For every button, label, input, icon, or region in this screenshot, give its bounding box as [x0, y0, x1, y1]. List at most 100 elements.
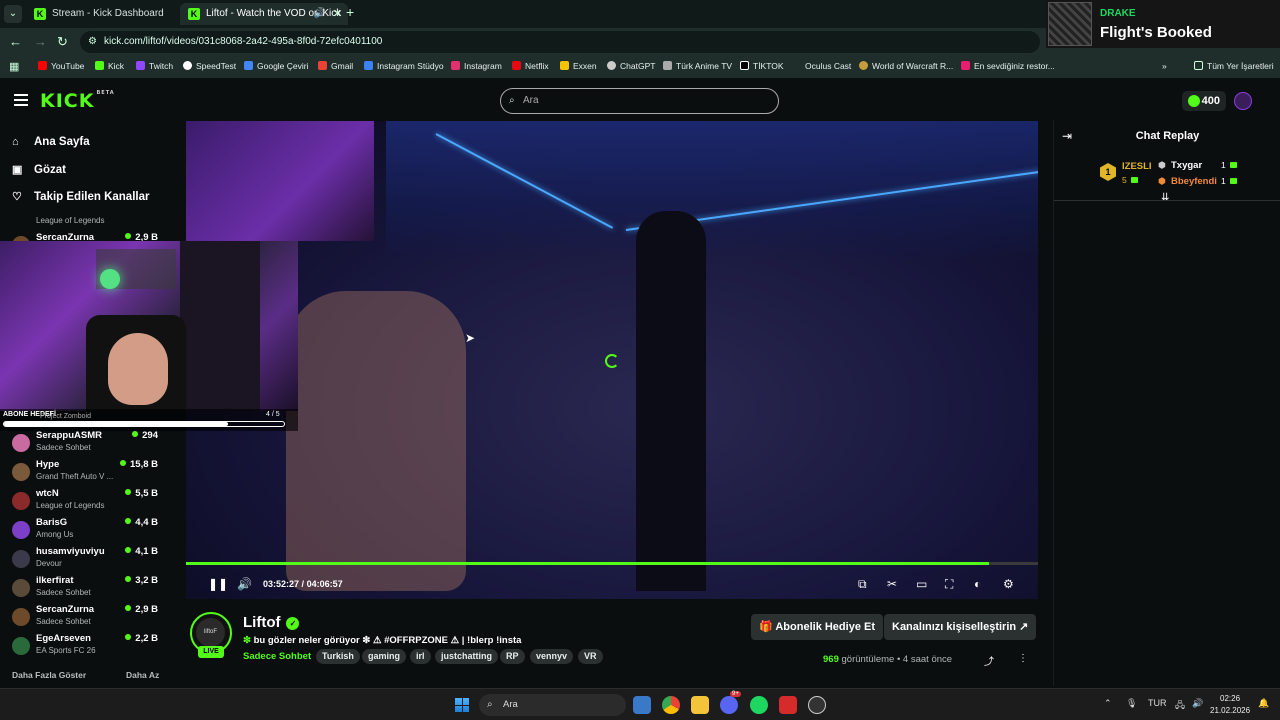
all-bookmarks-folder[interactable]: Tüm Yer İşaretleri [1194, 61, 1274, 71]
volume-icon[interactable]: 🔊 [237, 577, 252, 591]
notification-center-icon[interactable]: 🔔 [1258, 698, 1269, 709]
site-info-icon[interactable]: ⚙ [88, 31, 97, 53]
gifter-rank-badge: 1 [1100, 163, 1116, 181]
bookmark-instagram[interactable]: Instagram [451, 61, 502, 71]
apps-grid-icon[interactable]: ▦ [9, 60, 19, 73]
bookmark-youtube[interactable]: YouTube [38, 61, 84, 71]
sidebar-channel[interactable]: SercanZurna Sadece Sohbet 2,9 B [12, 604, 162, 633]
bookmark-instagram-studio[interactable]: Instagram Stüdyo [364, 61, 444, 71]
network-icon[interactable]: 🖧 [1175, 698, 1185, 714]
miniplayer-icon[interactable]: ⧉ [858, 577, 867, 592]
obs-app-icon[interactable] [808, 696, 826, 714]
tag-chip[interactable]: VR [578, 649, 603, 664]
now-playing-notification[interactable]: DRAKE Flight's Booked [1046, 0, 1280, 48]
bookmark-turk-anime[interactable]: Türk Anime TV [663, 61, 732, 71]
category-link[interactable]: Sadece Sohbet [243, 651, 311, 662]
microphone-icon[interactable]: 🎙 [1126, 698, 1137, 709]
sidebar-channel[interactable]: BarisG Among Us 4,4 B [12, 517, 162, 546]
clip-icon[interactable]: ✂ [887, 577, 897, 591]
sidebar-channel[interactable]: Hype Grand Theft Auto V ... 15,8 B [12, 459, 162, 488]
sidebar-channel[interactable]: husamviyuviyu Devour 4,1 B [12, 546, 162, 575]
windows-start-icon[interactable] [455, 698, 469, 712]
sidebar-channel[interactable]: SerappuASMR Sadece Sohbet 294 [12, 430, 162, 459]
user-avatar[interactable] [1234, 92, 1252, 110]
show-more-link[interactable]: Daha Fazla Göster [12, 670, 86, 680]
settings-gear-icon[interactable]: ⚙ [1003, 577, 1014, 591]
forward-arrow-icon[interactable]: → [34, 34, 47, 49]
gifter-badge-icon: ⬢ [1158, 176, 1166, 186]
bookmark-wow[interactable]: World of Warcraft R... [859, 61, 953, 71]
search-input[interactable]: ⌕ Ara [500, 88, 779, 114]
tag-chip[interactable]: justchatting [435, 649, 498, 664]
expand-gifters-icon[interactable]: ⇊ [1161, 192, 1169, 203]
volume-icon[interactable]: 🔊 [1192, 698, 1203, 709]
discord-app-icon[interactable]: 9+ [720, 691, 741, 714]
youtube-icon [38, 61, 47, 70]
bookmark-google-translate[interactable]: Google Çeviri [244, 61, 309, 71]
back-arrow-icon[interactable]: ← [9, 34, 22, 49]
bookmark-netflix[interactable]: Netflix [512, 61, 549, 71]
heart-icon: ♡ [12, 191, 22, 203]
tag-chip[interactable]: vennyv [530, 649, 574, 664]
sidebar-item-home[interactable]: ⌂ Ana Sayfa [12, 136, 90, 148]
viewer-count: 4,1 B [125, 546, 158, 557]
tab-search-button[interactable]: ⌄ [4, 5, 22, 23]
bookmark-yemeksepeti[interactable]: En sevdiğiniz restor... [961, 61, 1055, 71]
more-options-icon[interactable]: ⋮ [1018, 653, 1028, 664]
sidebar-channel[interactable]: wtcN League of Legends 5,5 B [12, 488, 162, 517]
sidebar-channel[interactable]: ilkerfirat Sadece Sohbet 3,2 B [12, 575, 162, 604]
gifter-name[interactable]: Bbeyfendi [1171, 176, 1217, 187]
widgets-app-icon[interactable] [633, 696, 651, 714]
bookmark-chatgpt[interactable]: ChatGPT [607, 61, 655, 71]
streaming-app-icon[interactable] [779, 696, 797, 714]
reload-icon[interactable]: ↻ [57, 34, 68, 50]
speaker-icon[interactable]: 🔊 [314, 3, 326, 25]
chrome-app-icon[interactable] [662, 696, 680, 714]
top-gifter-name[interactable]: IZESLI [1122, 161, 1152, 172]
more-bookmarks-icon[interactable]: » [1162, 61, 1167, 71]
show-less-link[interactable]: Daha Az [126, 670, 159, 680]
channel-avatar-text: liftoF [196, 618, 225, 647]
tag-chip[interactable]: RP [500, 649, 525, 664]
bookmark-tiktok[interactable]: TİKTOK [740, 61, 784, 71]
bookmark-speedtest[interactable]: SpeedTest [183, 61, 236, 71]
show-hidden-icons-icon[interactable]: ⌃ [1104, 698, 1112, 709]
share-icon[interactable]: ⤴ [984, 653, 994, 668]
bookmark-gmail[interactable]: Gmail [318, 61, 353, 71]
channel-points-badge[interactable]: 400 [1182, 91, 1226, 111]
bookmark-twitch[interactable]: Twitch [136, 61, 173, 71]
fullscreen-icon[interactable]: ⛶ [945, 577, 953, 592]
file-explorer-icon[interactable] [691, 696, 709, 714]
video-player[interactable]: ➤ ❚❚ 🔊 03:52:27 / 04:06:57 ⧉ ✂ ▭ ⛶ ◐ ⚙ [186, 121, 1038, 599]
menu-icon[interactable] [14, 94, 28, 106]
bookmark-kick[interactable]: Kick [95, 61, 124, 71]
new-tab-button[interactable]: + [346, 4, 354, 20]
gifter-name[interactable]: Txygar [1171, 160, 1202, 171]
playback-speed-icon[interactable]: ◐ [974, 577, 981, 591]
customize-channel-button[interactable]: Kanalınızı kişiselleştirin ↗ [884, 614, 1037, 640]
tag-chip[interactable]: irl [410, 649, 431, 664]
system-clock[interactable]: 02:26 21.02.2026 [1210, 693, 1250, 717]
video-progress-bar[interactable] [186, 562, 1038, 565]
sidebar-item-following[interactable]: ♡ Takip Edilen Kanallar [12, 190, 149, 203]
language-indicator[interactable]: TUR [1148, 698, 1167, 708]
tab-kick-dashboard[interactable]: K Stream - Kick Dashboard ✕ [26, 3, 194, 25]
pause-icon[interactable]: ❚❚ [208, 577, 228, 591]
taskbar-search[interactable]: ⌕ Ara [479, 694, 626, 716]
channel-name[interactable]: Liftof ✓ [243, 614, 300, 631]
kick-logo[interactable]: KICK BETA [40, 90, 115, 112]
bookmark-exxen[interactable]: Exxen [560, 61, 597, 71]
bookmark-oculus-cast[interactable]: Oculus Cast [792, 61, 851, 71]
tag-chip[interactable]: gaming [362, 649, 407, 664]
external-link-icon: ↗ [1019, 621, 1029, 633]
gift-subscription-button[interactable]: 🎁 Abonelik Hediye Et [751, 614, 883, 640]
close-tab-icon[interactable]: ✕ [333, 3, 342, 25]
theater-mode-icon[interactable]: ▭ [916, 577, 927, 591]
url-field[interactable]: ⚙ kick.com/liftof/videos/031c8068-2a42-4… [80, 31, 1040, 53]
tab-liftof-vod[interactable]: K Liftof - Watch the VOD on Kick 🔊 ✕ [180, 3, 348, 25]
spotify-app-icon[interactable] [750, 696, 768, 714]
discord-badge: 9+ [730, 691, 741, 697]
sidebar-item-browse[interactable]: ▣ Gözat [12, 163, 66, 176]
tag-chip[interactable]: Turkish [316, 649, 360, 664]
sidebar-channel[interactable]: EgeArseven EA Sports FC 26 2,2 B [12, 633, 162, 662]
